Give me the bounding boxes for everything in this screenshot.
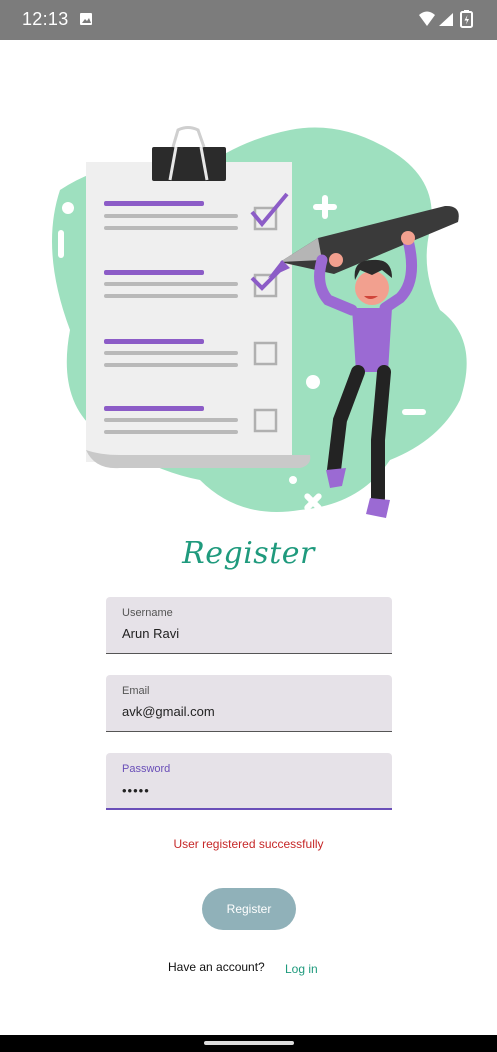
status-icons (419, 10, 473, 28)
password-field[interactable]: Password ••••• (106, 753, 392, 810)
status-message: User registered successfully (173, 837, 324, 851)
email-input[interactable] (122, 704, 376, 719)
login-link[interactable]: Log in (285, 962, 318, 976)
username-field[interactable]: Username (106, 597, 392, 654)
register-illustration (52, 126, 467, 518)
username-label: Username (122, 607, 173, 619)
image-icon (80, 13, 92, 25)
status-bar: 12:13 (0, 0, 497, 40)
wifi-icon (419, 11, 435, 26)
password-label: Password (122, 763, 171, 775)
status-time: 12:13 (22, 9, 69, 29)
page-title: Register (182, 536, 315, 571)
navigation-bar (0, 1035, 497, 1052)
password-input[interactable]: ••••• (122, 783, 376, 798)
username-input[interactable] (122, 626, 376, 641)
have-account-text: Have an account? (168, 960, 265, 974)
register-button[interactable]: Register (202, 888, 296, 930)
binder-clip-icon (152, 126, 226, 181)
signal-icon (439, 13, 453, 26)
checklist-paper (86, 162, 311, 469)
email-field[interactable]: Email (106, 675, 392, 732)
home-handle[interactable] (204, 1041, 294, 1045)
email-label: Email (122, 685, 150, 697)
battery-charging-icon (460, 10, 473, 28)
